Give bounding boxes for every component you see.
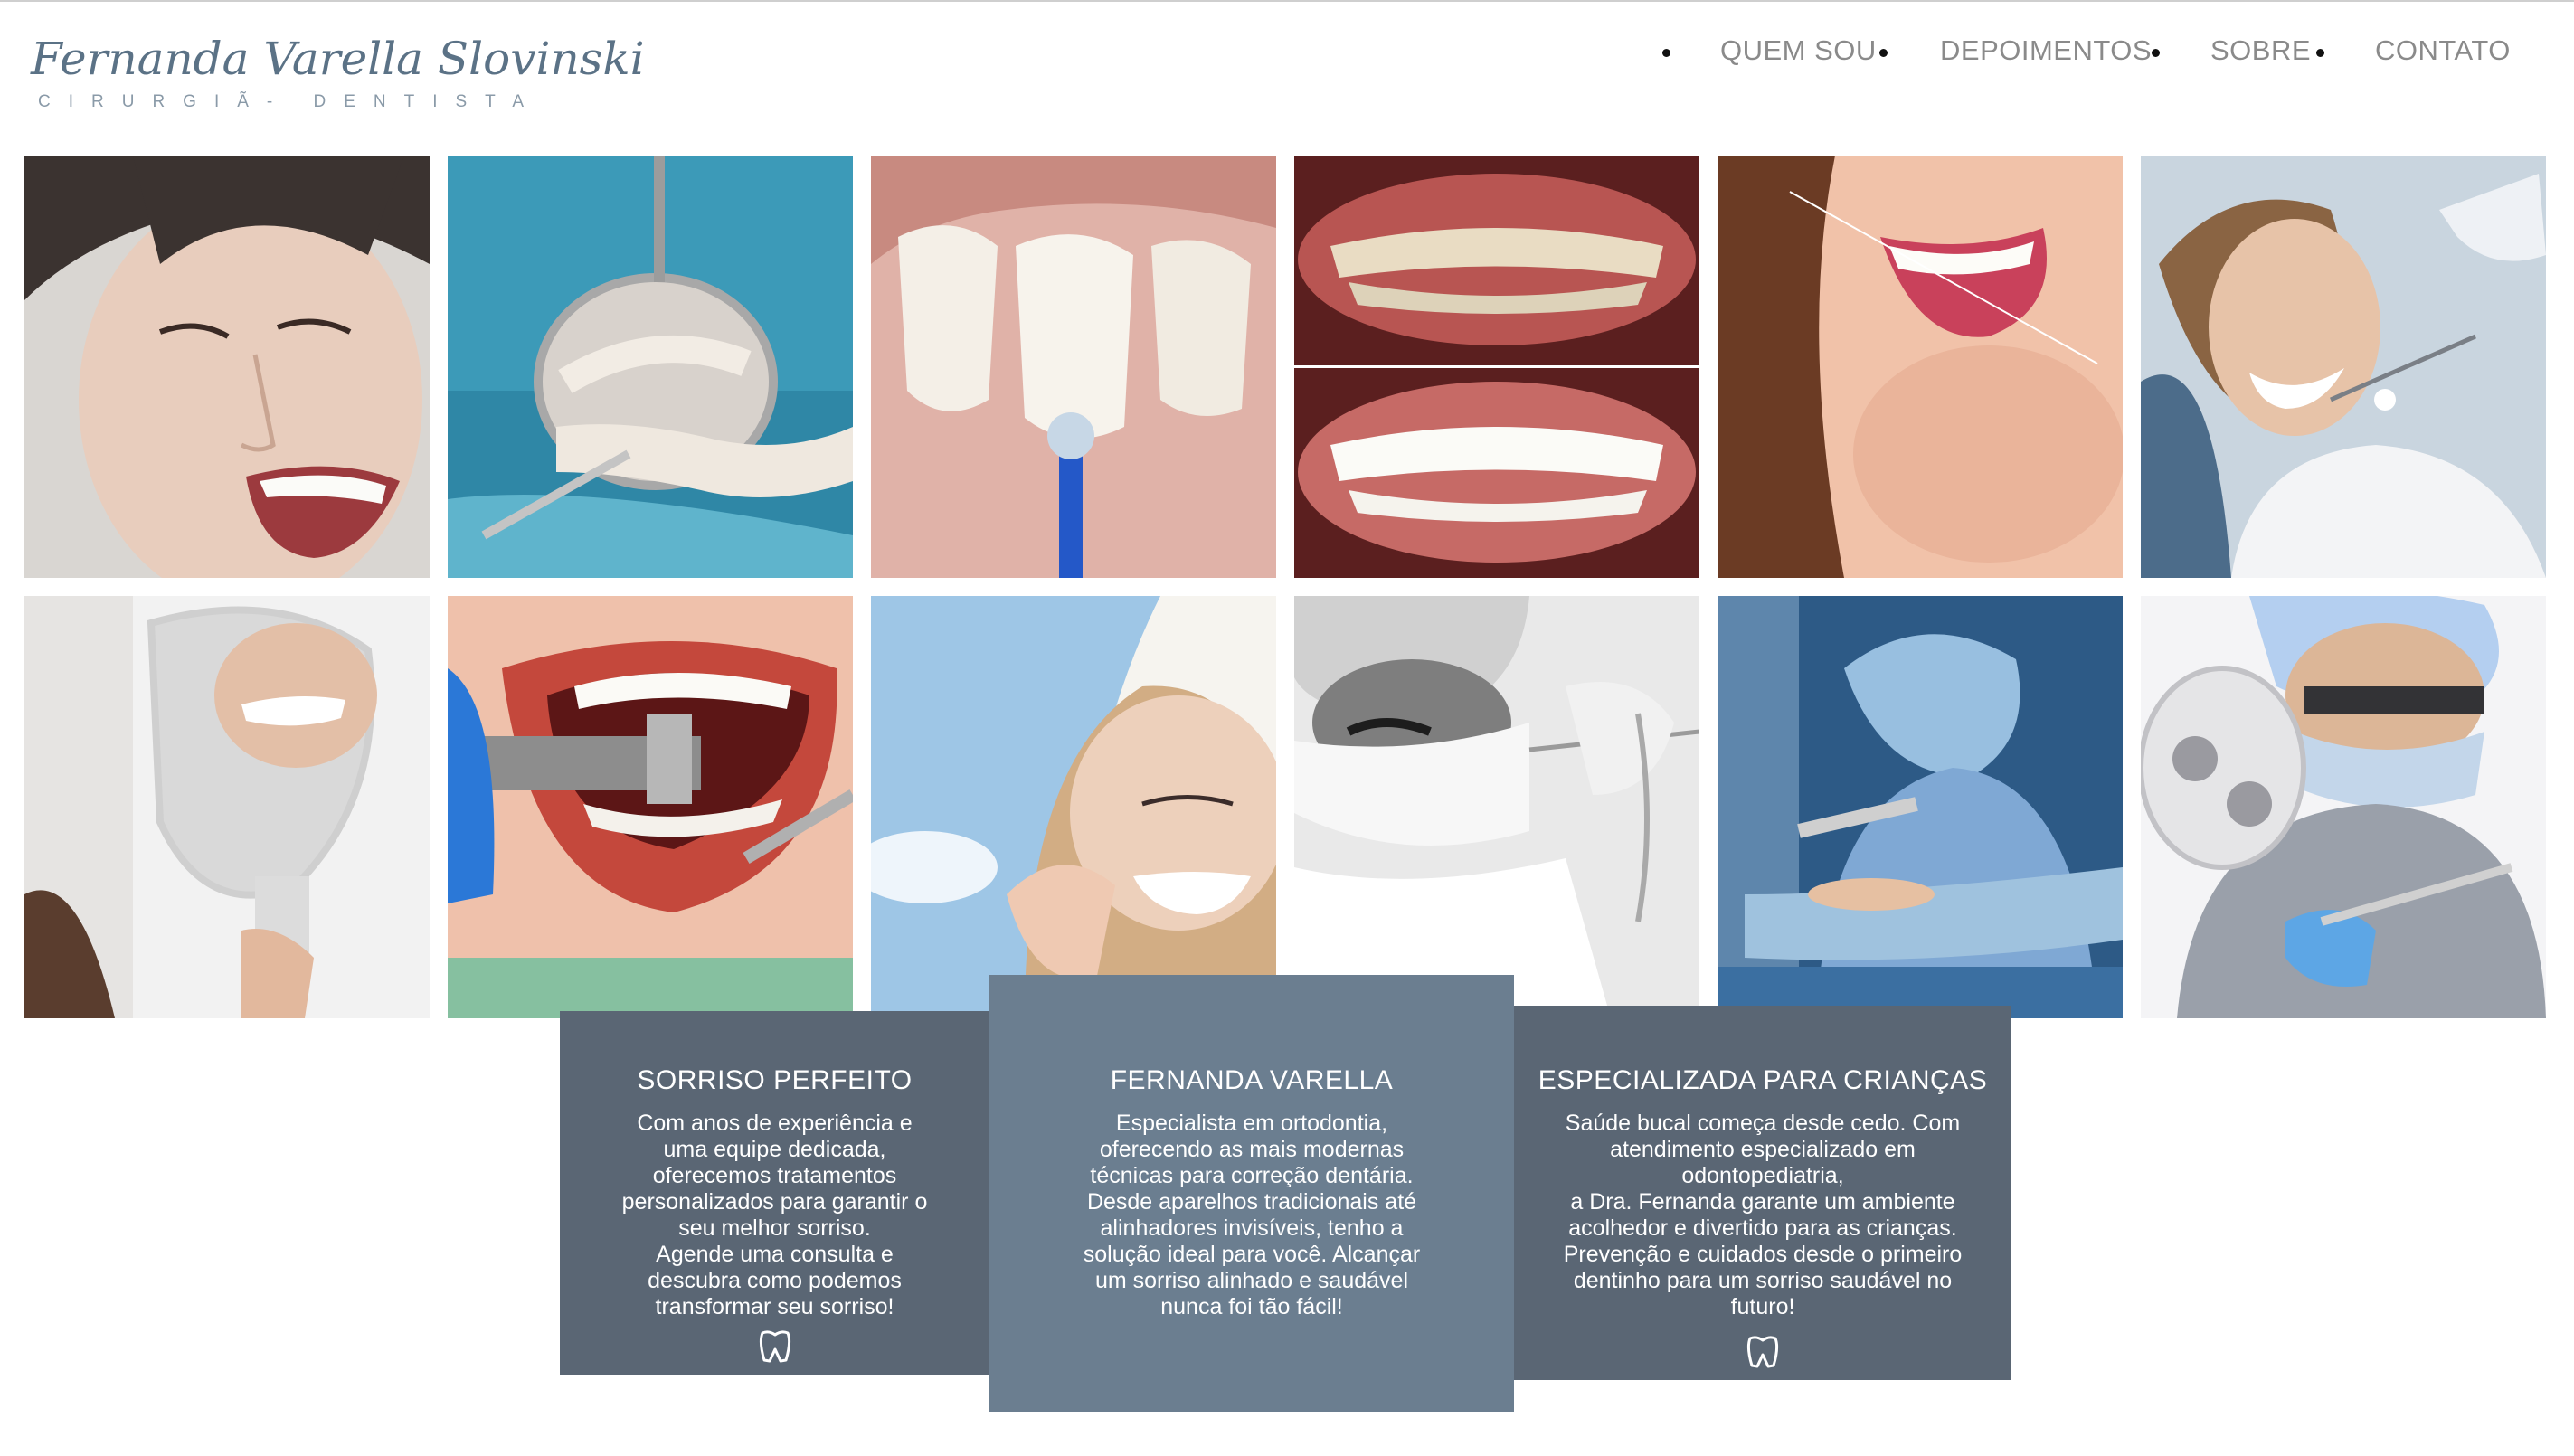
nav-bullet-icon: [2316, 49, 2324, 57]
flossing-smile-photo: [1718, 156, 2123, 578]
dental-mirror-photo: [448, 156, 853, 578]
card-text: Com anos de experiência e uma equipe ded…: [621, 1111, 928, 1319]
floss-woman-photo: [871, 596, 1276, 1018]
nav-item-sobre[interactable]: SOBRE: [2210, 34, 2311, 67]
masked-dentist-photo: [1294, 596, 1699, 1018]
main-nav: QUEM SOU DEPOIMENTOS SOBRE CONTATO: [0, 34, 2574, 71]
top-border: [0, 0, 2574, 2]
tooth-icon: [1746, 1335, 1780, 1374]
dental-drill-photo: [448, 596, 853, 1018]
card-fernanda-varella: FERNANDA VARELLA Especialista em ortodon…: [989, 975, 1514, 1412]
card-text: Saúde bucal começa desde cedo. Com atend…: [1563, 1111, 1963, 1319]
nav-bullet-icon: [2152, 49, 2160, 57]
veneer-application-photo: [871, 156, 1276, 578]
mirror-smile-photo: [24, 596, 430, 1018]
card-title: ESPECIALIZADA PARA CRIANÇAS: [1538, 1065, 1988, 1095]
logo-subtitle: CIRURGIÃ- DENTISTA: [38, 92, 543, 111]
card-text: Especialista em ortodontia, oferecendo a…: [1083, 1111, 1421, 1319]
tooth-icon: [758, 1329, 792, 1368]
surgery-team-photo: [1718, 596, 2123, 1018]
nav-bullet-icon: [1662, 49, 1670, 57]
dental-patient-photo: [2141, 156, 2546, 578]
card-especializada-criancas: ESPECIALIZADA PARA CRIANÇAS Saúde bucal …: [1514, 1006, 2011, 1380]
card-title: FERNANDA VARELLA: [1110, 1065, 1394, 1095]
dentist-at-work-photo: [2141, 596, 2546, 1018]
card-sorriso-perfeito: SORRISO PERFEITO Com anos de experiência…: [560, 1011, 989, 1375]
nav-bullet-icon: [1879, 49, 1888, 57]
nav-item-depoimentos[interactable]: DEPOIMENTOS: [1940, 34, 2152, 67]
card-title: SORRISO PERFEITO: [637, 1065, 913, 1095]
smiling-woman-photo: [24, 156, 430, 578]
before-after-teeth-photo: [1294, 156, 1699, 578]
nav-item-quem-sou[interactable]: QUEM SOU: [1720, 34, 1877, 67]
nav-item-contato[interactable]: CONTATO: [2375, 34, 2511, 67]
